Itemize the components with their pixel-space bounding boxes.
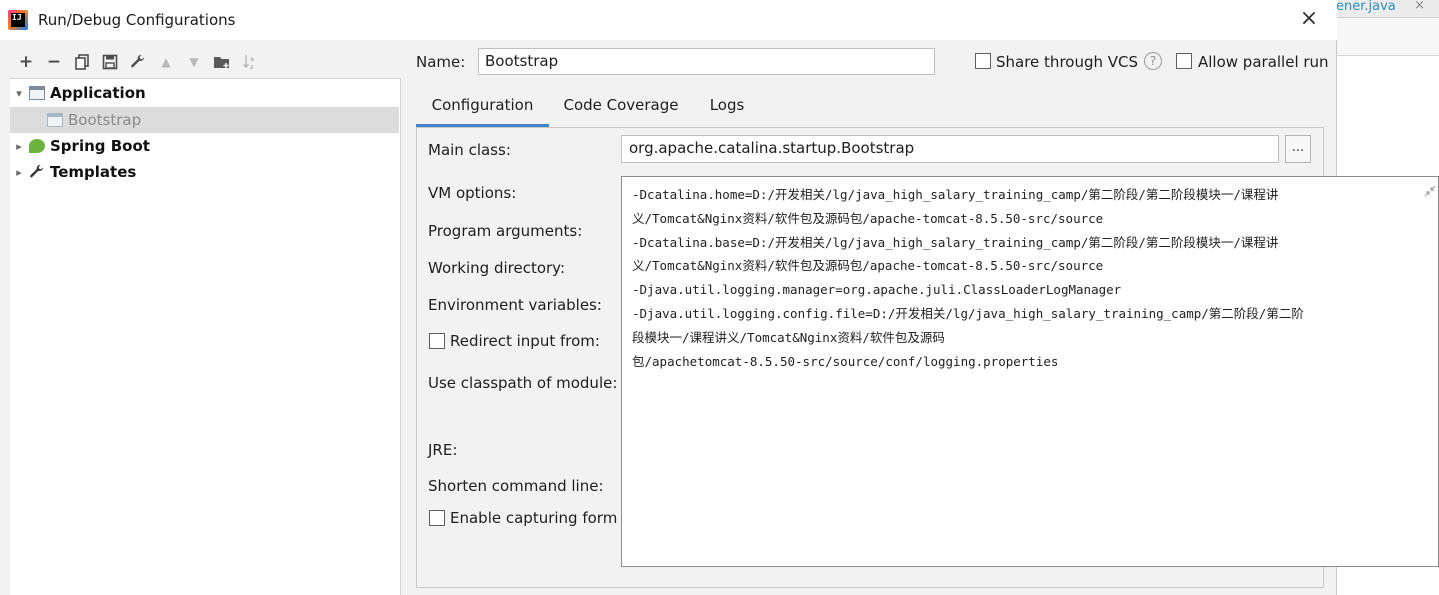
tab-code-coverage[interactable]: Code Coverage [556, 89, 686, 127]
config-tabs: Configuration Code Coverage Logs [416, 89, 1336, 127]
configurations-tree: ▾ Application Bootstrap ▸ Spring Boot ▸ … [10, 78, 401, 595]
spring-boot-icon [28, 138, 46, 154]
browse-main-class-button[interactable]: ... [1285, 135, 1311, 163]
close-dialog-button[interactable]: × [1298, 8, 1320, 30]
help-icon[interactable]: ? [1144, 52, 1162, 70]
share-through-vcs-checkbox[interactable] [975, 53, 991, 69]
move-down-button[interactable]: ▼ [180, 50, 208, 74]
collapse-editor-icon[interactable] [1424, 185, 1436, 201]
tree-node-label: Templates [50, 163, 137, 181]
new-folder-button[interactable] [208, 50, 236, 74]
tree-node-label: Bootstrap [68, 111, 142, 129]
tab-configuration[interactable]: Configuration [416, 89, 549, 127]
wrench-icon [131, 54, 144, 68]
vm-option-line: -Dcatalina.home=D:/开发相关/lg/java_high_sal… [632, 187, 1279, 202]
tree-node-label: Application [50, 84, 146, 102]
background-tab-close-icon[interactable]: × [1414, 0, 1425, 13]
working-directory-label: Working directory: [428, 259, 566, 277]
tree-node-bootstrap[interactable]: Bootstrap [10, 107, 399, 133]
tree-node-spring-boot[interactable]: ▸ Spring Boot [10, 133, 399, 159]
application-icon [28, 85, 46, 101]
redirect-input-label: Redirect input from: [450, 332, 600, 350]
application-config-icon [46, 112, 64, 128]
svg-text:z: z [250, 64, 254, 70]
tree-node-label: Spring Boot [50, 137, 150, 155]
tree-node-application[interactable]: ▾ Application [10, 80, 399, 106]
tab-logs[interactable]: Logs [701, 89, 753, 127]
name-label: Name: [416, 53, 466, 71]
wrench-icon [28, 164, 46, 180]
vm-option-line: 段模块一/课程讲义/Tomcat&Nginx资料/软件包及源码 [632, 329, 945, 345]
title-bar: IJ Run/Debug Configurations × [0, 0, 1337, 40]
environment-variables-label: Environment variables: [428, 296, 602, 314]
allow-parallel-run-label: Allow parallel run [1198, 53, 1329, 71]
folder-icon [214, 57, 229, 68]
classpath-module-label: Use classpath of module: [428, 374, 618, 392]
enable-capturing-form-label: Enable capturing form s [450, 509, 620, 527]
remove-configuration-button[interactable]: − [40, 50, 68, 74]
sort-alphabetically-icon: az [242, 55, 254, 70]
shorten-command-line-label: Shorten command line: [428, 477, 604, 495]
save-configuration-button[interactable] [96, 50, 124, 74]
allow-parallel-run-checkbox[interactable] [1176, 53, 1192, 69]
window-title: Run/Debug Configurations [38, 11, 236, 29]
main-class-label: Main class: [428, 141, 511, 159]
edit-templates-button[interactable] [124, 50, 152, 74]
copy-configuration-button[interactable] [68, 50, 96, 74]
program-arguments-label: Program arguments: [428, 222, 583, 240]
jre-label: JRE: [428, 441, 458, 459]
background-tab-label: ener.java [1336, 0, 1396, 14]
svg-text:a: a [250, 56, 254, 63]
expand-arrow-icon[interactable]: ▸ [10, 140, 28, 153]
vm-options-label: VM options: [428, 184, 517, 202]
save-icon [102, 54, 118, 70]
share-through-vcs-label: Share through VCS [996, 53, 1139, 71]
intellij-logo-icon: IJ [8, 10, 28, 30]
vm-option-line: 义/Tomcat&Nginx资料/软件包及源码包/apache-tomcat-8… [632, 210, 1104, 226]
sort-configurations-button[interactable]: az [236, 50, 264, 74]
vm-option-line: 义/Tomcat&Nginx资料/软件包及源码包/apache-tomcat-8… [632, 258, 1104, 274]
vm-option-line: -Djava.util.logging.manager=org.apache.j… [632, 282, 1122, 298]
copy-icon [75, 54, 89, 70]
vm-option-line: 包/apachetomcat-8.5.50-src/source/conf/lo… [632, 353, 1059, 369]
enable-capturing-form-checkbox[interactable] [429, 510, 445, 526]
vm-option-line: -Dcatalina.base=D:/开发相关/lg/java_high_sal… [632, 234, 1279, 250]
tree-node-templates[interactable]: ▸ Templates [10, 159, 399, 185]
add-configuration-button[interactable]: + [12, 50, 40, 74]
vm-option-line: -Djava.util.logging.config.file=D:/开发相关/… [632, 305, 1304, 321]
collapse-arrow-icon[interactable]: ▾ [10, 87, 28, 100]
redirect-input-checkbox[interactable] [429, 333, 445, 349]
expand-arrow-icon[interactable]: ▸ [10, 166, 28, 179]
vm-options-expanded-textarea[interactable]: -Dcatalina.home=D:/开发相关/lg/java_high_sal… [621, 176, 1439, 567]
background-editor-tab[interactable]: ener.java × [1336, 0, 1439, 18]
main-class-input[interactable]: org.apache.catalina.startup.Bootstrap [621, 135, 1279, 163]
move-up-button[interactable]: ▲ [152, 50, 180, 74]
name-input[interactable]: Bootstrap [478, 48, 935, 75]
configurations-toolbar: + − ▲ ▼ az [12, 50, 264, 74]
